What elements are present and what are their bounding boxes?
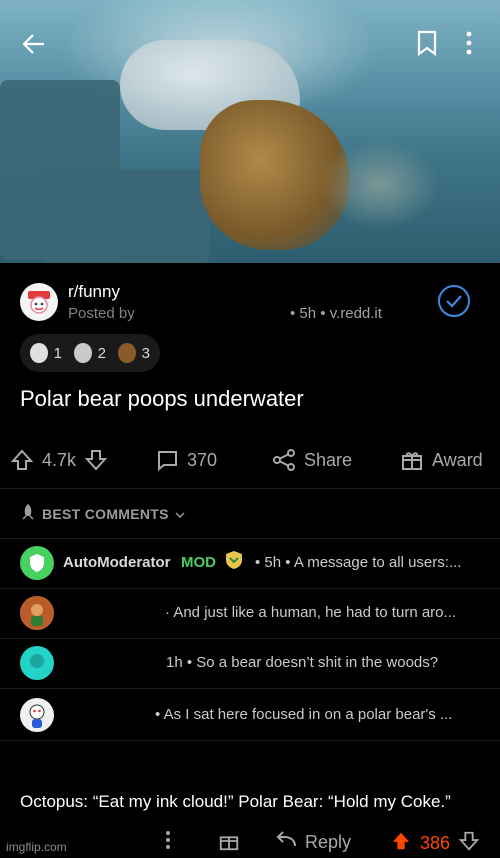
gift-icon [400,448,424,472]
comment-preview: • As I sat here focused in on a polar be… [155,706,453,723]
chevron-down-icon [175,506,185,522]
divider [0,688,500,689]
rocket-icon [20,503,36,524]
award-label: Award [432,449,483,470]
vote-group: 4.7k [10,448,108,472]
post-meta: • 5h • v.redd.it [290,305,382,322]
collapsed-comment[interactable]: 1h • So a bear doesn’t shit in the woods… [0,640,500,688]
awards-pill[interactable]: 1 2 3 [20,334,160,372]
subreddit-avatar[interactable] [20,283,58,321]
comment-icon [155,448,179,472]
comment-vote-count: 386 [420,833,451,853]
divider [0,588,500,589]
mod-badge: MOD [181,554,216,571]
comment-author[interactable]: AutoModerator [63,554,171,571]
more-options-icon[interactable] [465,30,473,60]
gift-icon[interactable] [218,830,240,852]
water-haze [320,140,440,230]
downvote-icon[interactable] [458,830,480,857]
back-arrow-icon[interactable] [20,30,48,62]
user-avatar [20,646,54,680]
collapsed-comment[interactable]: • As I sat here focused in on a polar be… [0,692,500,740]
shield-award-icon [224,550,244,574]
comment-action-bar: Reply 386 [0,828,500,858]
reply-label: Reply [305,832,352,852]
comments-button[interactable]: 370 [155,448,217,472]
comment-preview: · And just like a human, he had to turn … [165,604,457,621]
downvote-icon[interactable] [84,448,108,472]
collapsed-comment[interactable]: · And just like a human, he had to turn … [0,590,500,638]
comment-sort-label: BEST COMMENTS [42,505,169,522]
vote-count: 4.7k [42,449,77,470]
comment-preview: 1h • So a bear doesn’t shit in the woods… [166,654,439,671]
award-count: 1 [53,344,62,362]
user-avatar [20,698,54,732]
comment-vote-group: 386 [390,830,480,857]
divider [0,538,500,539]
share-icon [272,448,296,472]
share-button[interactable]: Share [272,448,352,472]
divider [0,638,500,639]
award-button[interactable]: Award [400,448,483,472]
post-title: Polar bear poops underwater [20,386,304,411]
comment-count: 370 [187,449,218,470]
posted-by-label: Posted by [68,305,135,322]
subreddit-icon [28,291,50,314]
share-label: Share [304,449,353,470]
award-count: 3 [141,344,150,362]
comment-sort-button[interactable]: BEST COMMENTS [20,503,185,524]
bookmark-icon[interactable] [416,30,438,60]
post-media-video[interactable] [0,0,500,263]
upvote-icon[interactable] [390,830,412,857]
more-options-icon[interactable] [165,830,171,850]
bear-icon [118,343,136,363]
awesome-answer-icon [30,343,48,363]
comment-preview: • 5h • A message to all users:... [255,554,462,571]
rock-shape [40,170,210,263]
collapsed-comment[interactable]: AutoModerator MOD • 5h • A message to al… [0,540,500,588]
user-avatar [20,596,54,630]
automod-avatar [20,546,54,580]
checkmark-icon[interactable] [438,285,470,317]
reply-icon [275,830,297,855]
post-action-bar: 4.7k 370 Share Award [0,440,500,480]
divider [0,740,500,741]
imgflip-watermark: imgflip.com [6,840,67,854]
award-count: 2 [97,344,106,362]
subreddit-name[interactable]: r/funny [68,282,120,302]
divider [0,488,500,489]
reply-button[interactable]: Reply [275,830,351,855]
upvote-icon[interactable] [10,448,34,472]
silver-icon [74,343,92,363]
comment-body: Octopus: “Eat my ink cloud!” Polar Bear:… [20,792,451,811]
